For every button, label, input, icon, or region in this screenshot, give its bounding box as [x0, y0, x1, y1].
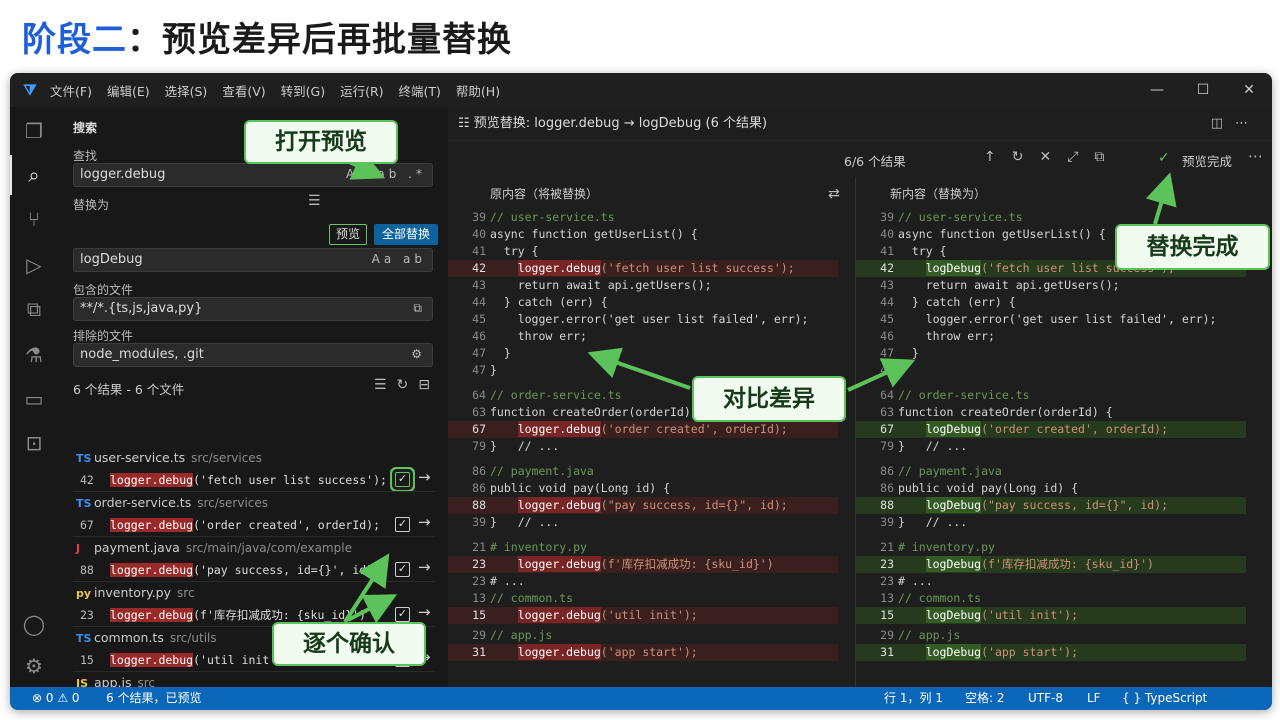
- arrow-to-done: [1145, 172, 1177, 225]
- annotation-arrows: [343, 150, 1177, 624]
- callout-compare: 对比差异: [692, 376, 846, 422]
- callout-confirm: 逐个确认: [272, 622, 426, 666]
- callout-done: 替换完成: [1115, 224, 1270, 270]
- arrow-to-original: [587, 347, 691, 390]
- callout-open-preview: 打开预览: [244, 120, 398, 164]
- arrow-to-new: [847, 358, 916, 392]
